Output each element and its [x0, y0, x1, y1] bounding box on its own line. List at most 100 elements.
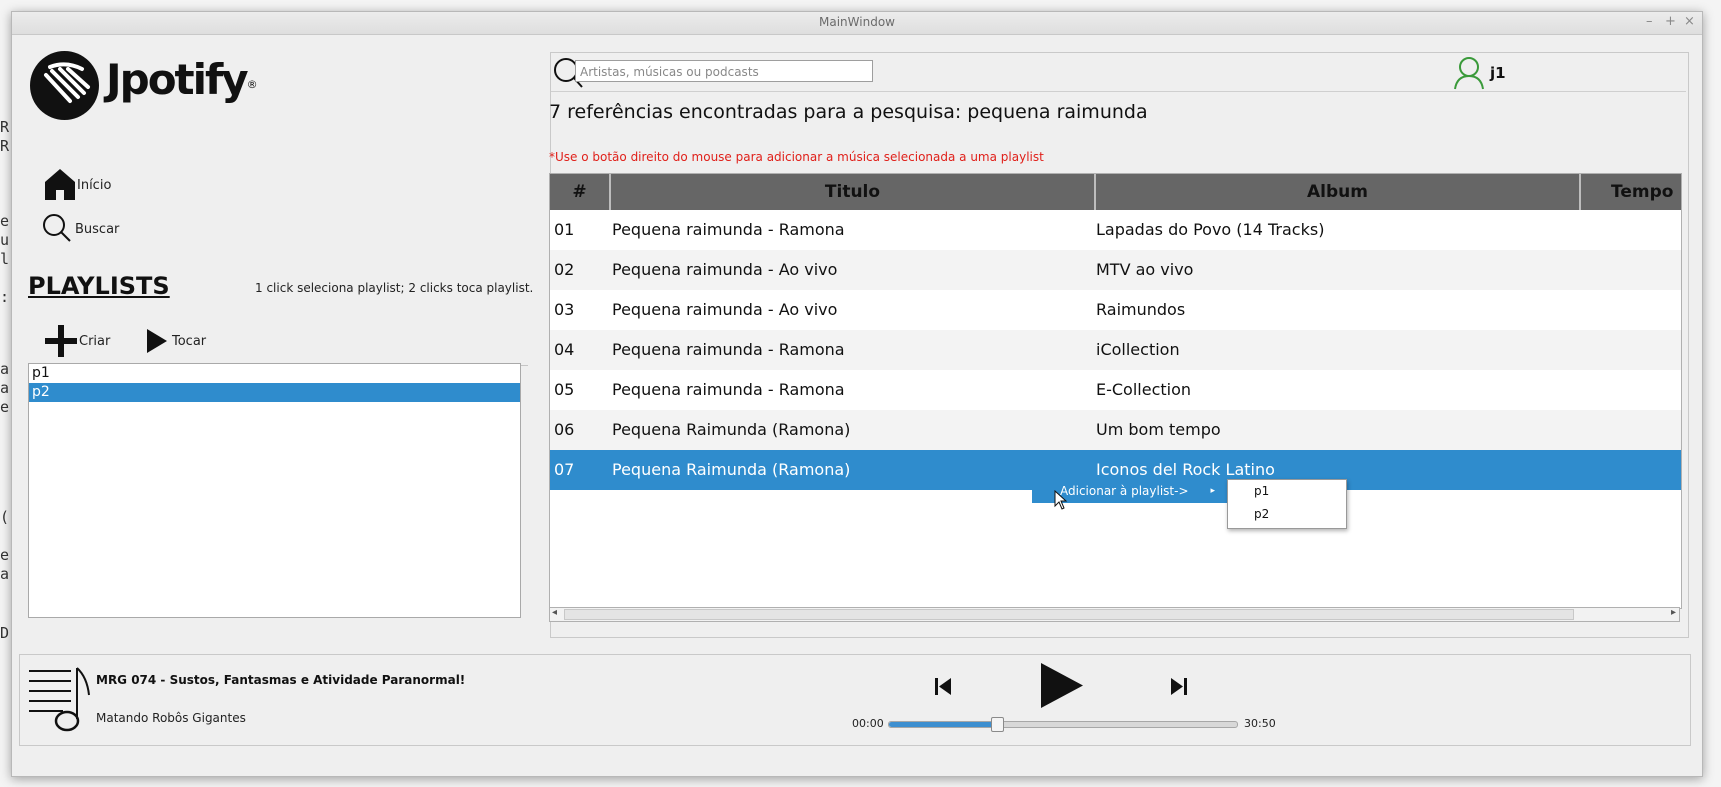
nav-home[interactable]: Início [44, 168, 114, 202]
window-title: MainWindow [819, 15, 895, 29]
cell-number: 03 [554, 300, 575, 319]
scroll-left-icon[interactable]: ◂ [552, 607, 557, 618]
user-icon [1454, 57, 1484, 90]
cell-title: Pequena raimunda - Ramona [612, 340, 845, 359]
scroll-right-icon[interactable]: ▸ [1671, 607, 1676, 618]
cell-title: Pequena raimunda - Ramona [612, 380, 845, 399]
cell-album: Lapadas do Povo (14 Tracks) [1096, 220, 1325, 239]
cell-number: 07 [554, 460, 575, 479]
search-icon [43, 214, 71, 242]
playlists-hint: 1 click seleciona playlist; 2 clicks toc… [255, 281, 534, 295]
cell-number: 04 [554, 340, 575, 359]
cell-number: 01 [554, 220, 575, 239]
usage-note: *Use o botão direito do mouse para adici… [549, 150, 1044, 164]
cell-album: E-Collection [1096, 380, 1192, 399]
bg-char: R [0, 137, 10, 155]
submenu-arrow-icon: ▸ [1210, 486, 1215, 496]
cell-album: iCollection [1096, 340, 1180, 359]
home-icon [45, 169, 75, 200]
search-placeholder: Artistas, músicas ou podcasts [580, 65, 759, 79]
column-header-album[interactable]: Album [1096, 174, 1581, 210]
table-row[interactable]: 03 Pequena raimunda - Ao vivo Raimundos [550, 290, 1681, 330]
title-bar[interactable]: MainWindow – + × [12, 12, 1702, 35]
progress-handle[interactable] [990, 717, 1004, 732]
bg-char: a [0, 565, 10, 583]
cell-title: Pequena Raimunda (Ramona) [612, 460, 851, 479]
cell-title: Pequena Raimunda (Ramona) [612, 420, 851, 439]
column-header-title[interactable]: Titulo [611, 174, 1096, 210]
play-pause-button[interactable] [1039, 661, 1085, 710]
logo-icon [30, 51, 99, 120]
progress-fill [889, 722, 997, 727]
bg-char: e [0, 398, 10, 416]
nav-search[interactable]: Buscar [42, 213, 122, 243]
cell-number: 05 [554, 380, 575, 399]
bg-char: D [0, 624, 10, 642]
logo-text: Jpotify® [106, 55, 258, 104]
bg-char: ( [0, 508, 10, 526]
cell-album: Um bom tempo [1096, 420, 1221, 439]
cell-title: Pequena raimunda - Ao vivo [612, 300, 838, 319]
now-playing-artist: Matando Robôs Gigantes [96, 711, 246, 725]
bg-char: a [0, 360, 10, 378]
table-row[interactable]: 06 Pequena Raimunda (Ramona) Um bom temp… [550, 410, 1681, 450]
results-table[interactable]: # Titulo Album Tempo 01 Pequena raimunda… [549, 173, 1682, 609]
cell-number: 02 [554, 260, 575, 279]
cell-number: 06 [554, 420, 575, 439]
column-header-number[interactable]: # [550, 174, 611, 210]
cell-album: MTV ao vivo [1096, 260, 1194, 279]
submenu-item-p1[interactable]: p1 [1228, 480, 1346, 503]
table-row[interactable]: 05 Pequena raimunda - Ramona E-Collectio… [550, 370, 1681, 410]
bg-char: R [0, 118, 10, 136]
search-input[interactable]: Artistas, músicas ou podcasts [575, 60, 873, 82]
previous-icon[interactable] [934, 677, 952, 696]
nav-home-label: Início [77, 178, 112, 193]
table-row[interactable]: 02 Pequena raimunda - Ao vivo MTV ao viv… [550, 250, 1681, 290]
horizontal-scrollbar[interactable]: ◂ ▸ [549, 607, 1680, 622]
playlist-item[interactable]: p1 [29, 364, 520, 383]
playlist-submenu: p1 p2 [1227, 479, 1347, 529]
context-menu-label: Adicionar à playlist-> [1060, 484, 1189, 498]
time-elapsed: 00:00 [852, 717, 884, 730]
create-playlist-button[interactable]: Criar [44, 325, 114, 357]
music-note-icon [29, 667, 90, 732]
play-label: Tocar [172, 334, 207, 349]
progress-slider[interactable] [888, 717, 1238, 732]
user-profile[interactable]: j1 [1453, 56, 1523, 90]
maximize-button[interactable]: + [1665, 14, 1676, 29]
next-icon[interactable] [1170, 677, 1188, 696]
bg-char: : [0, 288, 10, 306]
bg-char: a [0, 379, 10, 397]
registered-mark: ® [246, 78, 258, 91]
playlist-list[interactable]: p1 p2 [28, 363, 521, 618]
mouse-cursor-icon [1054, 490, 1068, 510]
bg-char: e [0, 212, 10, 230]
playlists-heading: PLAYLISTS [28, 272, 170, 300]
bg-char: u [0, 231, 10, 249]
table-header: # Titulo Album Tempo [550, 174, 1681, 210]
bg-char: l [0, 250, 10, 268]
column-header-time[interactable]: Tempo [1581, 174, 1681, 210]
minimize-button[interactable]: – [1646, 14, 1653, 29]
now-playing-title: MRG 074 - Sustos, Fantasmas e Atividade … [96, 673, 466, 687]
table-row[interactable]: 01 Pequena raimunda - Ramona Lapadas do … [550, 210, 1681, 250]
playlist-item-selected[interactable]: p2 [29, 383, 520, 402]
close-button[interactable]: × [1684, 14, 1695, 29]
cell-album: Raimundos [1096, 300, 1186, 319]
create-label: Criar [79, 334, 111, 349]
plus-icon [45, 325, 77, 357]
player-bar [19, 654, 1691, 746]
bg-char: e [0, 546, 10, 564]
app-name: Jpotify [106, 55, 249, 104]
cell-title: Pequena raimunda - Ao vivo [612, 260, 838, 279]
play-icon [147, 329, 167, 353]
submenu-item-p2[interactable]: p2 [1228, 503, 1346, 526]
results-heading: 7 referências encontradas para a pesquis… [549, 101, 1148, 123]
play-playlist-button[interactable]: Tocar [145, 328, 215, 356]
time-total: 30:50 [1244, 717, 1276, 730]
nav-search-label: Buscar [75, 222, 120, 237]
table-row[interactable]: 04 Pequena raimunda - Ramona iCollection [550, 330, 1681, 370]
username: j1 [1490, 64, 1506, 82]
scrollbar-thumb[interactable] [564, 609, 1574, 620]
cell-title: Pequena raimunda - Ramona [612, 220, 845, 239]
